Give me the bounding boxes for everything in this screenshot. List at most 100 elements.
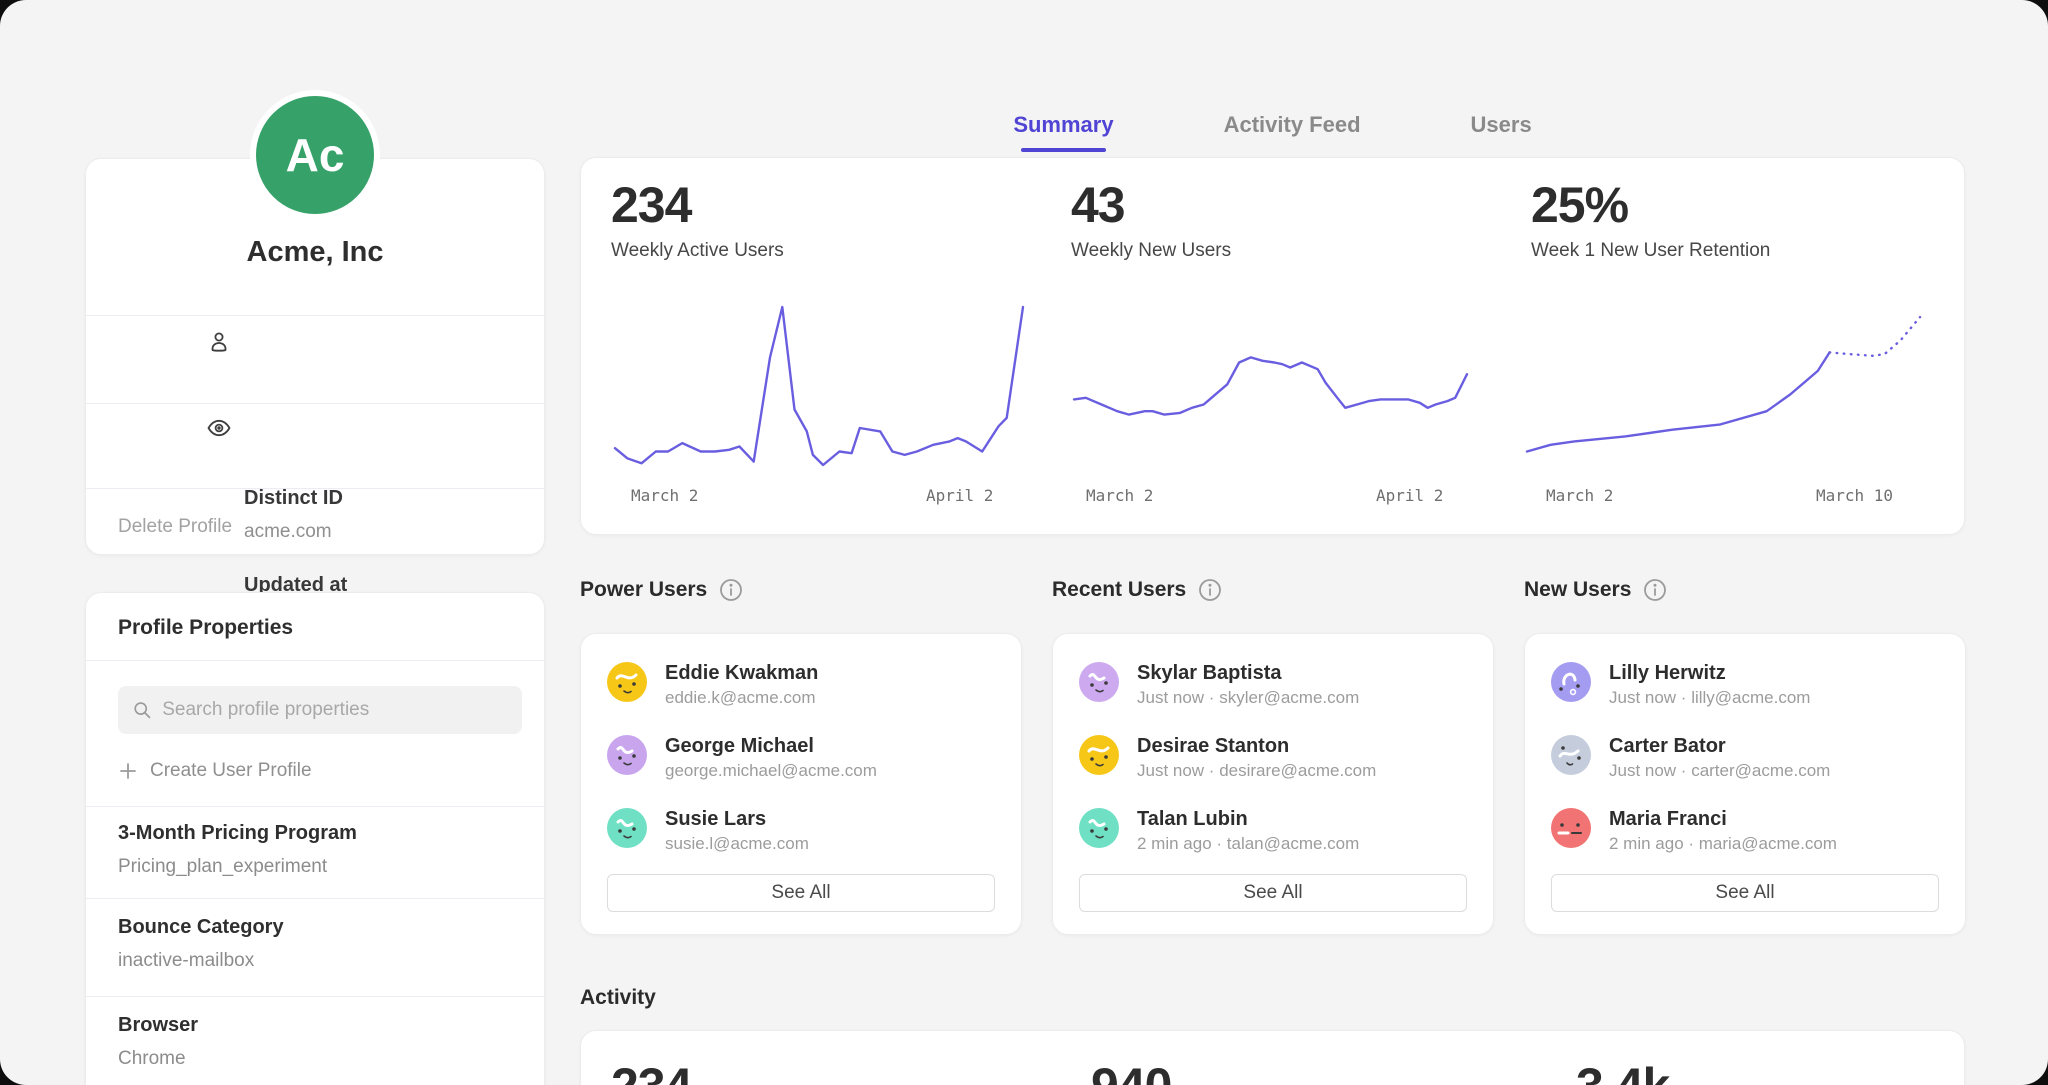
info-icon[interactable] [1643, 578, 1667, 602]
user-meta: Just now · carter@acme.com [1609, 761, 1830, 781]
avatar [1551, 662, 1591, 702]
plus-icon [118, 761, 138, 781]
x-axis-label: March 2 [1086, 486, 1153, 505]
see-all-button[interactable]: See All [1551, 874, 1939, 912]
activity-stat: 940 [1091, 1057, 1171, 1085]
new-users-title: New Users [1524, 578, 1631, 602]
user-email: george.michael@acme.com [665, 761, 877, 781]
user-name: Carter Bator [1609, 735, 1830, 758]
avatar [1079, 735, 1119, 775]
create-user-profile-label: Create User Profile [150, 760, 312, 782]
list-item[interactable]: Lilly Herwitz Just now · lilly@acme.com [1551, 662, 1939, 708]
property-value: Chrome [118, 1048, 186, 1070]
avatar [607, 735, 647, 775]
user-name: Desirae Stanton [1137, 735, 1376, 758]
divider [86, 315, 544, 316]
activity-stat: 3.4k [1576, 1057, 1669, 1085]
property-label: Bounce Category [118, 916, 284, 939]
power-users-header: Power Users [580, 578, 743, 602]
search-input[interactable] [162, 699, 508, 721]
property-value: inactive-mailbox [118, 950, 254, 972]
retention-chart [1521, 296, 1926, 476]
info-icon[interactable] [1198, 578, 1222, 602]
weekly-new-users-chart [1068, 296, 1473, 476]
face-icon [1079, 808, 1119, 848]
x-axis-label: March 10 [1816, 486, 1893, 505]
weekly-active-users-chart [609, 296, 1029, 476]
power-users-card: Eddie Kwakman eddie.k@acme.com George Mi… [580, 633, 1022, 935]
face-icon [1551, 735, 1591, 775]
face-icon [1551, 662, 1591, 702]
tab-summary[interactable]: Summary [1013, 112, 1113, 152]
tab-users[interactable]: Users [1471, 112, 1532, 152]
avatar [607, 662, 647, 702]
delete-profile-button[interactable]: Delete Profile [118, 516, 232, 538]
face-icon [607, 808, 647, 848]
search-profile-properties[interactable] [118, 686, 522, 734]
list-item[interactable]: Carter Bator Just now · carter@acme.com [1551, 735, 1939, 781]
info-icon[interactable] [719, 578, 743, 602]
avatar [1551, 735, 1591, 775]
user-meta: Just now · skyler@acme.com [1137, 688, 1359, 708]
list-item[interactable]: Susie Lars susie.l@acme.com [607, 808, 995, 854]
list-item[interactable]: Skylar Baptista Just now · skyler@acme.c… [1079, 662, 1467, 708]
create-user-profile-button[interactable]: Create User Profile [118, 760, 312, 782]
see-all-button[interactable]: See All [1079, 874, 1467, 912]
list-item[interactable]: Maria Franci 2 min ago · maria@acme.com [1551, 808, 1939, 854]
activity-section-title: Activity [580, 986, 656, 1010]
divider [86, 806, 544, 807]
property-label: Browser [118, 1014, 198, 1037]
x-axis-label: March 2 [1546, 486, 1613, 505]
stat-weekly-new-users-label: Weekly New Users [1071, 240, 1231, 262]
avatar-initials: Ac [286, 128, 345, 182]
list-item[interactable]: George Michael george.michael@acme.com [607, 735, 995, 781]
stat-retention-value: 25% [1531, 176, 1628, 234]
list-item[interactable]: Talan Lubin 2 min ago · talan@acme.com [1079, 808, 1467, 854]
recent-users-header: Recent Users [1052, 578, 1222, 602]
user-meta: Just now · desirare@acme.com [1137, 761, 1376, 781]
avatar [1551, 808, 1591, 848]
face-icon [1079, 662, 1119, 702]
property-label: 3-Month Pricing Program [118, 822, 357, 845]
user-name: Eddie Kwakman [665, 662, 818, 685]
power-users-title: Power Users [580, 578, 707, 602]
user-meta: 2 min ago · maria@acme.com [1609, 834, 1837, 854]
face-icon [607, 662, 647, 702]
divider [86, 996, 544, 997]
divider [86, 403, 544, 404]
tab-bar: Summary Activity Feed Users [580, 112, 1965, 152]
face-icon [607, 735, 647, 775]
face-icon [1079, 735, 1119, 775]
stat-weekly-active-users-label: Weekly Active Users [611, 240, 784, 262]
user-name: Talan Lubin [1137, 808, 1359, 831]
user-email: susie.l@acme.com [665, 834, 809, 854]
user-name: Skylar Baptista [1137, 662, 1359, 685]
app-window: Ac Acme, Inc Distinct ID acme.com Update… [0, 0, 2048, 1085]
user-email: eddie.k@acme.com [665, 688, 818, 708]
row-label-distinct-id: Distinct ID [244, 487, 343, 510]
divider [86, 488, 544, 489]
person-icon [206, 329, 232, 355]
avatar [1079, 808, 1119, 848]
new-users-card: Lilly Herwitz Just now · lilly@acme.com … [1524, 633, 1966, 935]
user-name: Susie Lars [665, 808, 809, 831]
row-value-distinct-id: acme.com [244, 521, 332, 543]
user-name: Lilly Herwitz [1609, 662, 1810, 685]
x-axis-label: March 2 [631, 486, 698, 505]
recent-users-card: Skylar Baptista Just now · skyler@acme.c… [1052, 633, 1494, 935]
stat-weekly-new-users-value: 43 [1071, 176, 1125, 234]
avatar [607, 808, 647, 848]
x-axis-label: April 2 [926, 486, 993, 505]
stat-weekly-active-users-value: 234 [611, 176, 691, 234]
eye-icon [206, 415, 232, 441]
profile-properties-title: Profile Properties [118, 616, 293, 640]
page-title: Acme, Inc [85, 236, 545, 269]
list-item[interactable]: Desirae Stanton Just now · desirare@acme… [1079, 735, 1467, 781]
user-name: George Michael [665, 735, 877, 758]
tab-activity-feed[interactable]: Activity Feed [1224, 112, 1361, 152]
list-item[interactable]: Eddie Kwakman eddie.k@acme.com [607, 662, 995, 708]
summary-card: 234 Weekly Active Users 43 Weekly New Us… [580, 157, 1965, 535]
see-all-button[interactable]: See All [607, 874, 995, 912]
divider [86, 898, 544, 899]
activity-card: 234 940 3.4k [580, 1030, 1965, 1085]
